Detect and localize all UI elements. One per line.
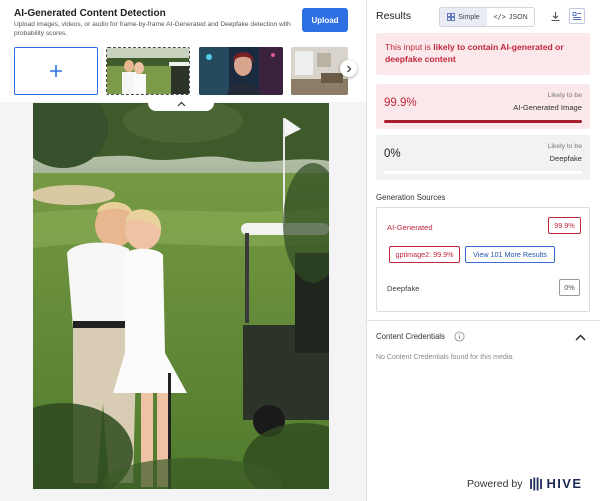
view-mode-toggle: Simple </> JSON bbox=[439, 7, 535, 27]
deepfake-source-label: Deepfake bbox=[387, 284, 420, 293]
ai-generated-score-label: AI-Generated Image bbox=[513, 103, 582, 112]
page-title: AI-Generated Content Detection bbox=[14, 8, 166, 19]
analyzed-image bbox=[33, 103, 329, 489]
chevron-up-icon bbox=[575, 334, 585, 340]
cyberpunk-woman-thumbnail[interactable] bbox=[199, 47, 283, 95]
chevron-up-icon bbox=[177, 101, 185, 107]
carousel-next-button[interactable] bbox=[340, 60, 357, 77]
page-description: Upload images, videos, or audio for fram… bbox=[14, 21, 291, 37]
collapse-toggle[interactable] bbox=[148, 97, 214, 111]
info-icon[interactable] bbox=[454, 331, 465, 342]
chevron-right-icon bbox=[346, 65, 351, 72]
code-icon: </> bbox=[493, 13, 506, 21]
ai-generated-source-label: AI-Generated bbox=[387, 223, 433, 232]
deepfake-source-value: 0% bbox=[559, 279, 580, 296]
verdict-banner: This input is likely to contain AI-gener… bbox=[376, 33, 590, 75]
generation-sources-box: AI-Generated 99.9% gptimage2: 99.9% View… bbox=[376, 207, 590, 312]
powered-by: Powered by HIVE bbox=[467, 476, 582, 491]
deepfake-score-card: 0% Likely to be Deepfake bbox=[376, 135, 590, 180]
simple-view-label: Simple bbox=[458, 13, 480, 21]
deepfake-score-caption: Likely to be bbox=[547, 143, 582, 150]
hive-wordmark: HIVE bbox=[546, 476, 583, 491]
ai-generated-score-caption: Likely to be bbox=[547, 92, 582, 99]
upload-button[interactable]: Upload bbox=[302, 8, 348, 32]
deepfake-score-value: 0% bbox=[384, 148, 401, 160]
content-credentials-toggle[interactable] bbox=[573, 331, 587, 343]
model-source-chip: gptimage2: 99.9% bbox=[389, 246, 460, 263]
ai-generated-source-value: 99.9% bbox=[548, 217, 581, 234]
add-media-button[interactable] bbox=[14, 47, 98, 95]
ai-generated-score-fill bbox=[384, 120, 582, 123]
ai-generated-score-bar bbox=[384, 120, 582, 123]
document-list-icon bbox=[572, 12, 581, 20]
hive-logo: HIVE bbox=[529, 476, 582, 491]
json-view-label: JSON bbox=[508, 13, 528, 21]
upload-header: AI-Generated Content Detection Upload im… bbox=[0, 0, 366, 102]
report-view-button[interactable] bbox=[569, 8, 585, 24]
download-icon bbox=[551, 11, 559, 21]
ai-generated-score-value: 99.9% bbox=[384, 97, 417, 109]
results-panel: Results Simple </> JSON This input is li… bbox=[366, 0, 600, 501]
media-pane: AI-Generated Content Detection Upload im… bbox=[0, 0, 366, 501]
content-credentials-empty: No Content Credentials found for this me… bbox=[376, 354, 515, 361]
content-credentials-title: Content Credentials bbox=[376, 332, 445, 341]
ai-generated-score-card: 99.9% Likely to be AI-Generated Image bbox=[376, 84, 590, 129]
deepfake-score-label: Deepfake bbox=[549, 154, 582, 163]
view-more-results-button[interactable]: View 101 More Results bbox=[465, 246, 555, 263]
json-view-tab[interactable]: </> JSON bbox=[487, 8, 534, 26]
hive-logo-icon bbox=[530, 477, 543, 490]
verdict-prefix: This input is bbox=[385, 42, 434, 52]
results-title: Results bbox=[376, 10, 412, 22]
golf-couple-thumbnail[interactable] bbox=[106, 47, 190, 95]
grid-icon bbox=[447, 13, 456, 21]
section-divider bbox=[367, 320, 600, 321]
generation-sources-title: Generation Sources bbox=[376, 193, 446, 202]
simple-view-tab[interactable]: Simple bbox=[440, 8, 487, 26]
deepfake-score-bar bbox=[384, 171, 582, 174]
powered-by-text: Powered by bbox=[467, 477, 523, 490]
plus-icon bbox=[50, 65, 62, 77]
download-button[interactable] bbox=[548, 9, 562, 23]
